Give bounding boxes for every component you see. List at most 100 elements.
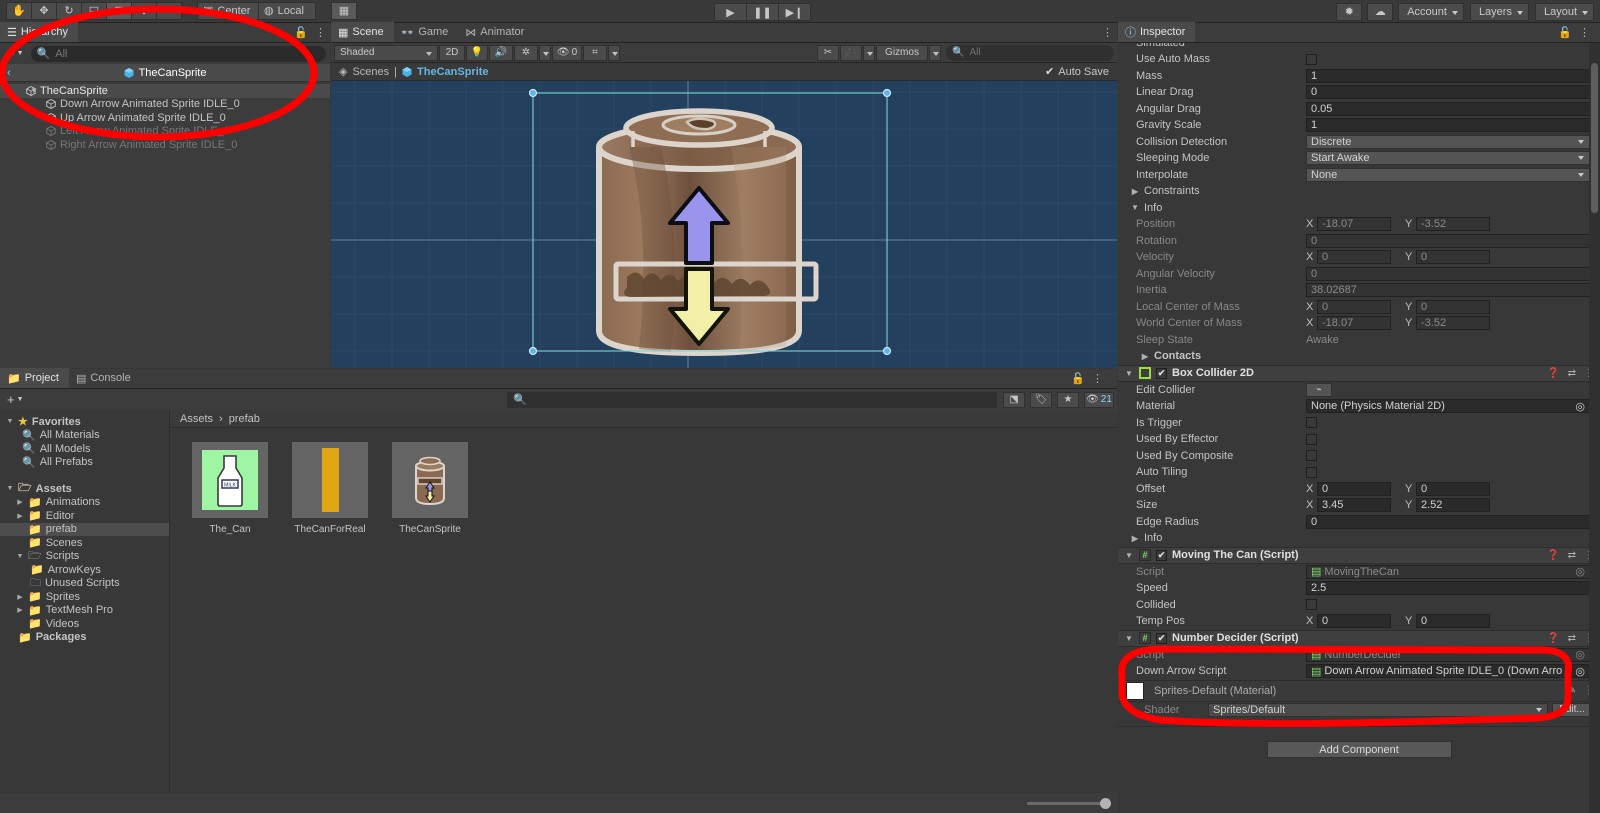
kebab-menu-icon[interactable]: ⋮ — [1092, 372, 1103, 385]
sleeping-mode-dropdown[interactable]: Start Awake — [1306, 151, 1590, 166]
hierarchy-search-input[interactable]: 🔍 All — [30, 45, 326, 62]
hierarchy-add-button[interactable]: + ▼ — [4, 46, 27, 61]
mass-input[interactable]: 1 — [1306, 68, 1590, 83]
collab-button[interactable]: ✹ — [1336, 3, 1363, 21]
chevron-down-icon[interactable]: ▼ — [1124, 551, 1134, 560]
asset-item-thecansprite[interactable]: TheCanSprite — [386, 442, 474, 535]
tree-item-all-prefabs[interactable]: 🔍 All Prefabs — [0, 456, 169, 470]
chevron-down-icon[interactable]: ▼ — [1124, 634, 1134, 643]
collider-info-foldout[interactable]: ▶ Info — [1118, 530, 1600, 547]
gravity-scale-input[interactable]: 1 — [1306, 118, 1590, 133]
edit-pencil-icon[interactable]: ✎ — [1568, 685, 1576, 696]
breadcrumb-assets-label[interactable]: Assets — [180, 413, 213, 425]
thumbnail-size-slider[interactable] — [1027, 797, 1111, 809]
tree-item-sprites[interactable]: ▶ 📁 Sprites — [0, 590, 169, 604]
transform-tool-button[interactable]: ✣ — [131, 2, 157, 20]
foldout-icon[interactable]: ▼ — [30, 86, 38, 95]
tree-item-unused-scripts[interactable]: 🗀 Unused Scripts — [0, 577, 169, 591]
scene-search-input[interactable]: 🔍 All — [946, 44, 1114, 61]
foldout-icon[interactable]: ▼ — [6, 485, 14, 492]
component-header-box-collider-2d[interactable]: ▼ ✔ Box Collider 2D ❓ ⇄ ⋮ — [1118, 364, 1600, 382]
cloud-button[interactable]: ☁ — [1367, 3, 1394, 21]
object-picker-icon[interactable]: ◎ — [1575, 565, 1585, 578]
help-icon[interactable]: ❓ — [1547, 550, 1559, 561]
preset-icon[interactable]: ⇄ — [1568, 633, 1576, 644]
tree-item-all-materials[interactable]: 🔍 All Materials — [0, 429, 169, 443]
2d-toggle-button[interactable]: 2D — [439, 44, 465, 61]
is-trigger-checkbox[interactable] — [1306, 417, 1317, 429]
scene-tools-button[interactable]: ✂ — [817, 44, 839, 61]
tree-item-videos[interactable]: ▶📁Videos — [0, 617, 169, 631]
moving-the-can-script-objectfield[interactable]: ▤ MovingTheCan ◎ — [1306, 564, 1590, 579]
local-com-y-input[interactable]: 0 — [1416, 299, 1490, 314]
auto-tiling-checkbox[interactable] — [1306, 466, 1317, 478]
kebab-menu-icon[interactable]: ⋮ — [1102, 26, 1113, 39]
number-decider-enabled-checkbox[interactable]: ✔ — [1156, 632, 1167, 644]
preset-icon[interactable]: ⇄ — [1568, 550, 1576, 561]
auto-save-toggle[interactable]: ✔ Auto Save — [1045, 65, 1109, 79]
angular-drag-input[interactable]: 0.05 — [1306, 101, 1590, 116]
collision-detection-dropdown[interactable]: Discrete — [1306, 134, 1590, 149]
tree-item-textmesh-pro[interactable]: ▶ 📁 TextMesh Pro — [0, 604, 169, 618]
object-picker-icon[interactable]: ◎ — [1575, 665, 1585, 678]
hidden-objects-button[interactable]: 👁 0 — [552, 44, 582, 61]
fx-dropdown[interactable] — [539, 44, 551, 61]
play-button[interactable]: ▶ — [714, 3, 747, 21]
velocity-y-input[interactable]: 0 — [1416, 250, 1490, 265]
shader-edit-button[interactable]: Edit... — [1552, 702, 1592, 717]
tree-item-all-models[interactable]: 🔍 All Models — [0, 442, 169, 456]
size-x-input[interactable]: 3.45 — [1317, 498, 1391, 513]
custom-tool-button[interactable]: ⌃ — [156, 2, 182, 20]
hierarchy-item-right-arrow[interactable]: Right Arrow Animated Sprite IDLE_0 — [0, 138, 330, 152]
tab-inspector[interactable]: ⓘ Inspector — [1118, 22, 1196, 42]
step-button[interactable]: ▶❙ — [778, 3, 811, 21]
tab-hierarchy[interactable]: ☰ Hierarchy — [0, 22, 78, 42]
filter-by-label-button[interactable]: 🏷 — [1030, 391, 1052, 408]
tab-game[interactable]: 👓 Game — [394, 22, 459, 42]
lock-icon[interactable]: 🔓 — [1558, 26, 1572, 39]
tab-animator[interactable]: ⋈ Animator — [458, 22, 534, 42]
pause-button[interactable]: ❚❚ — [746, 3, 779, 21]
inspector-scrollbar[interactable] — [1589, 43, 1600, 813]
tab-project[interactable]: 📁 Project — [0, 368, 69, 388]
chevron-right-icon[interactable]: ▶ — [1128, 705, 1138, 714]
tree-item-assets[interactable]: ▼ 🗁 Assets — [0, 482, 169, 496]
velocity-x-input[interactable]: 0 — [1317, 250, 1391, 265]
foldout-icon[interactable]: ▶ — [16, 512, 24, 520]
component-header-moving-the-can[interactable]: ▼ # ✔ Moving The Can (Script) ❓ ⇄ ⋮ — [1118, 546, 1600, 564]
rect-tool-button[interactable]: ⊞ — [106, 2, 132, 20]
asset-item-the-can[interactable]: MILK The_Can — [186, 442, 274, 535]
tree-item-prefab[interactable]: ▶📁prefab — [0, 522, 169, 536]
grid-snap-button[interactable]: ▦ — [331, 2, 357, 20]
scrollbar-thumb[interactable] — [1591, 63, 1598, 213]
foldout-icon[interactable]: ▶ — [16, 498, 24, 506]
speed-input[interactable]: 2.5 — [1306, 581, 1590, 596]
foldout-icon[interactable]: ▶ — [16, 606, 24, 614]
edit-collider-button[interactable]: ⌁ — [1306, 382, 1332, 397]
tab-scene[interactable]: ▦ Scene — [331, 22, 394, 42]
fx-toggle-button[interactable]: ✲ — [514, 44, 538, 61]
size-y-input[interactable]: 2.52 — [1416, 498, 1490, 513]
interpolate-dropdown[interactable]: None — [1306, 167, 1590, 182]
collided-checkbox[interactable] — [1306, 599, 1317, 611]
rigidbody-info-foldout[interactable]: ▼ Info — [1118, 200, 1600, 217]
pivot-mode-button[interactable]: ▣ Center — [197, 2, 259, 20]
moving-the-can-enabled-checkbox[interactable]: ✔ — [1156, 549, 1167, 561]
scale-tool-button[interactable]: ⬓ — [81, 2, 107, 20]
foldout-icon[interactable]: ▶ — [16, 593, 24, 601]
hierarchy-item-thecansprite[interactable]: ▼ TheCanSprite — [0, 84, 330, 98]
foldout-icon[interactable]: ▼ — [6, 418, 14, 425]
move-tool-button[interactable]: ✥ — [31, 2, 57, 20]
account-dropdown[interactable]: Account — [1398, 3, 1464, 21]
component-header-material[interactable]: Sprites-Default (Material) ✎ ⋮ — [1118, 679, 1600, 702]
rotation-input[interactable]: 0 — [1306, 233, 1590, 248]
offset-y-input[interactable]: 0 — [1416, 481, 1490, 496]
tab-console[interactable]: ▤ Console — [69, 368, 141, 388]
collider-material-objectfield[interactable]: None (Physics Material 2D) ◎ — [1306, 399, 1590, 414]
used-by-composite-checkbox[interactable] — [1306, 450, 1317, 462]
offset-x-input[interactable]: 0 — [1317, 481, 1391, 496]
tree-item-editor[interactable]: ▶ 📁 Editor — [0, 509, 169, 523]
object-picker-icon[interactable]: ◎ — [1575, 400, 1585, 413]
lighting-toggle-button[interactable]: 💡 — [466, 44, 488, 61]
hierarchy-item-down-arrow[interactable]: Down Arrow Animated Sprite IDLE_0 — [0, 98, 330, 112]
